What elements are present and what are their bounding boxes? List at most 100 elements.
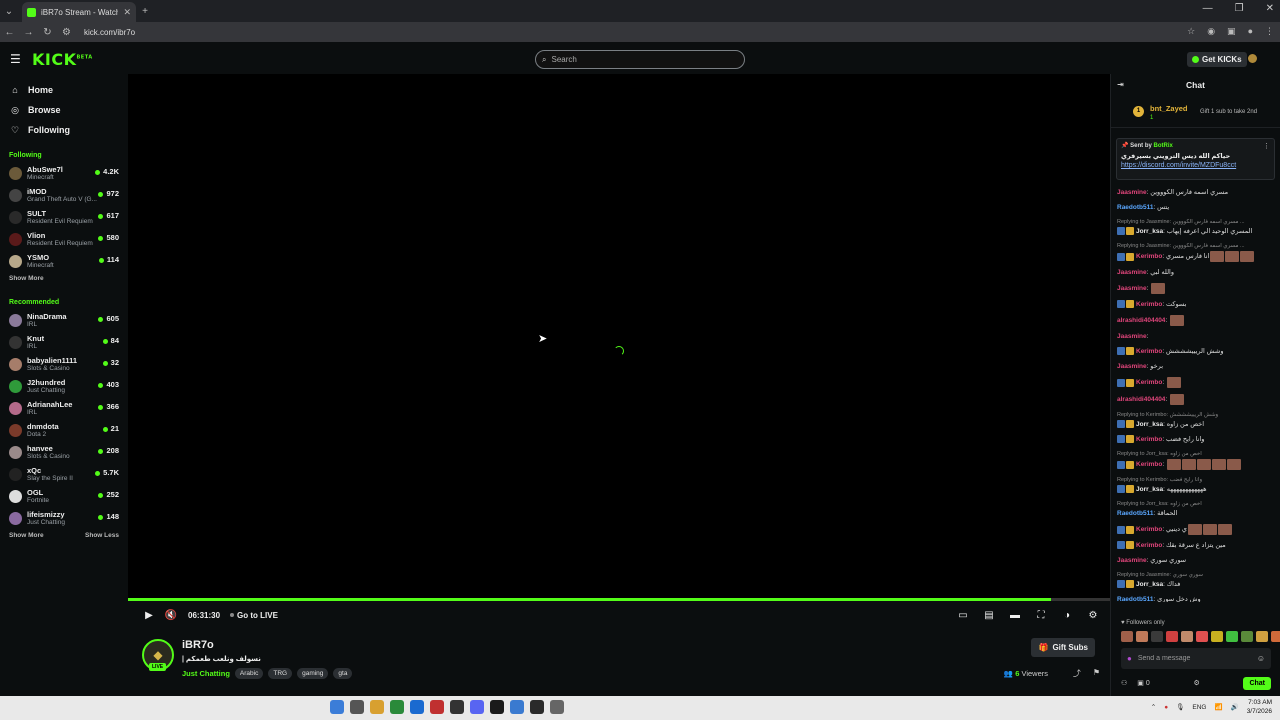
sidebar-channel-imod[interactable]: iMOD Grand Theft Auto V (G... 972 <box>0 186 128 208</box>
sidebar-channel-hanvee[interactable]: hanvee Slots & Casino 208 <box>0 443 128 465</box>
chat-tools-icon[interactable]: ⚇ <box>1121 679 1127 687</box>
taskbar-app-icon[interactable] <box>350 700 364 714</box>
emote-picker-icon[interactable] <box>1241 631 1253 642</box>
emote-picker-icon[interactable] <box>1256 631 1268 642</box>
sidebar-channel-adrianahlee[interactable]: AdrianahLee IRL 366 <box>0 399 128 421</box>
sidebar-channel-j2hundred[interactable]: J2hundred Just Chatting 403 <box>0 377 128 399</box>
collapse-chat-icon[interactable]: ⇥ <box>1117 80 1124 89</box>
gift-subs-button[interactable]: 🎁 Gift Subs <box>1031 638 1095 657</box>
sidebar-channel-dnmdota[interactable]: dnmdota Dota 2 21 <box>0 421 128 443</box>
sidebar-channel-sult[interactable]: SULT Resident Evil Requiem 617 <box>0 208 128 230</box>
chat-username[interactable]: Raedotb511 <box>1117 596 1154 602</box>
gifter-prompt[interactable]: Gift 1 sub to take 2nd <box>1200 109 1257 115</box>
sidebar-channel-babyalien1111[interactable]: babyalien1111 Slots & Casino 32 <box>0 355 128 377</box>
share-icon[interactable]: ⤴ <box>1073 668 1081 679</box>
send-chat-button[interactable]: Chat <box>1243 676 1271 690</box>
chat-username[interactable]: Jorr_ksa <box>1136 486 1163 493</box>
fullscreen-icon[interactable]: ⛶ <box>1030 610 1052 621</box>
taskbar-app-icon[interactable] <box>470 700 484 714</box>
sidebar-channel-ninadrama[interactable]: NinaDrama IRL 605 <box>0 311 128 333</box>
taskbar-app-icon[interactable] <box>450 700 464 714</box>
taskbar-app-icon[interactable] <box>490 700 504 714</box>
chat-username[interactable]: Jaasmine <box>1117 285 1147 292</box>
site-info-icon[interactable]: ⚙ <box>57 27 76 38</box>
report-icon[interactable]: ⚑ <box>1093 668 1100 679</box>
go-to-live-button[interactable]: Go to LIVE <box>230 611 278 620</box>
chat-username[interactable]: Kerimbo <box>1136 436 1162 443</box>
close-window-icon[interactable]: ✕ <box>1266 3 1274 14</box>
sidebar-channel-ysmo[interactable]: YSMO Minecraft 114 <box>0 252 128 274</box>
clip-icon[interactable]: ▤ <box>978 610 1000 621</box>
forward-icon[interactable]: → <box>19 27 38 38</box>
theater-mode-icon[interactable]: ▬ <box>1004 610 1026 621</box>
chat-username[interactable]: Raedotb511 <box>1117 204 1154 211</box>
tag-gta[interactable]: gta <box>333 668 353 679</box>
sidebar-channel-lifeismizzy[interactable]: lifeismizzy Just Chatting 148 <box>0 509 128 531</box>
taskbar-app-icon[interactable] <box>430 700 444 714</box>
pinned-link[interactable]: https://discord.com/invite/MZDFu8cct <box>1121 162 1270 169</box>
chat-username[interactable]: Kerimbo <box>1136 301 1162 308</box>
chat-username[interactable]: Jorr_ksa <box>1136 581 1163 588</box>
back-icon[interactable]: ← <box>0 27 19 38</box>
reply-context[interactable]: Replying to Jaasmine: سوري سوري <box>1117 571 1274 580</box>
taskbar-app-icon[interactable] <box>530 700 544 714</box>
sidebar-channel-knut[interactable]: Knut IRL 84 <box>0 333 128 355</box>
chat-username[interactable]: alrashidi404404 <box>1117 317 1165 324</box>
sidebar-channel-abuswe7l[interactable]: AbuSwe7l Minecraft 4.2K <box>0 164 128 186</box>
language-indicator[interactable]: ENG <box>1192 704 1206 711</box>
emote-picker-icon[interactable] <box>1136 631 1148 642</box>
kick-logo[interactable]: KICKBETA <box>32 50 93 69</box>
taskbar-app-icon[interactable] <box>410 700 424 714</box>
search-input[interactable] <box>551 55 732 64</box>
tag-gaming[interactable]: gaming <box>297 668 329 679</box>
profile-icon[interactable]: ● <box>1248 26 1253 37</box>
user-avatar[interactable] <box>1248 54 1257 63</box>
chat-username[interactable]: Jaasmine <box>1117 333 1147 340</box>
pinned-author[interactable]: BotRix <box>1154 143 1173 149</box>
close-tab-icon[interactable]: ✕ <box>123 7 131 18</box>
gifter-name[interactable]: bnt_Zayed <box>1150 104 1188 113</box>
speed-icon[interactable]: ◑ <box>1056 610 1078 621</box>
chat-username[interactable]: alrashidi404404 <box>1117 396 1165 403</box>
sidebar-channel-ogl[interactable]: OGL Fortnite 252 <box>0 487 128 509</box>
chat-username[interactable]: Kerimbo <box>1136 526 1162 533</box>
chat-identity-icon[interactable]: ● <box>1127 654 1132 663</box>
reload-icon[interactable]: ↻ <box>38 27 57 38</box>
tag-trg[interactable]: TRG <box>268 668 293 679</box>
browser-tab[interactable]: iBR7o Stream - Watch Live on K... ✕ <box>22 2 136 22</box>
menu-hamburger-icon[interactable]: ☰ <box>10 52 24 66</box>
emote-picker-icon[interactable] <box>1271 631 1280 642</box>
taskbar-app-icon[interactable] <box>330 700 344 714</box>
tag-arabic[interactable]: Arabic <box>234 668 264 679</box>
reply-context[interactable]: Replying to Jorr_ksa: اخص من زاوه <box>1117 450 1274 459</box>
chat-username[interactable]: Jaasmine <box>1117 557 1147 564</box>
show-more-recommended-button[interactable]: Show More <box>0 532 44 544</box>
taskbar-app-icon[interactable] <box>390 700 404 714</box>
maximize-icon[interactable]: ❐ <box>1235 3 1244 14</box>
emoji-icon[interactable]: ☺ <box>1257 654 1265 663</box>
chat-settings-icon[interactable]: ⚙ <box>1193 679 1199 687</box>
volume-icon[interactable]: 🔊 <box>1231 703 1239 711</box>
emote-picker-icon[interactable] <box>1151 631 1163 642</box>
tray-mic-icon[interactable]: 🎙 <box>1176 703 1184 711</box>
chat-username[interactable]: Jaasmine <box>1117 363 1147 370</box>
pinned-menu-icon[interactable]: ⋮ <box>1263 142 1270 150</box>
extension-icon[interactable]: ◉ <box>1207 26 1215 37</box>
taskbar-app-icon[interactable] <box>550 700 564 714</box>
chat-username[interactable]: Kerimbo <box>1136 461 1162 468</box>
chat-username[interactable]: Jaasmine <box>1117 189 1147 196</box>
taskbar-app-icon[interactable] <box>510 700 524 714</box>
search-bar[interactable]: ⌕ <box>535 50 745 69</box>
video-player[interactable]: ➤ <box>128 74 1110 598</box>
play-icon[interactable]: ▶ <box>138 610 160 621</box>
show-more-following-button[interactable]: Show More <box>0 275 128 287</box>
tray-chevron-icon[interactable]: ⌃ <box>1151 703 1156 711</box>
chat-username[interactable]: Kerimbo <box>1136 379 1162 386</box>
taskbar-app-icon[interactable] <box>370 700 384 714</box>
reply-context[interactable]: Replying to Kerimbo: وشش الريييشششش <box>1117 411 1274 420</box>
chat-message-input[interactable] <box>1137 655 1238 662</box>
reply-context[interactable]: Replying to Jorr_ksa: اخص من زاوه <box>1117 500 1274 509</box>
bookmark-star-icon[interactable]: ☆ <box>1187 26 1195 37</box>
clock[interactable]: 7:03 AM 3/7/2026 <box>1247 698 1272 716</box>
chat-username[interactable]: Kerimbo <box>1136 542 1162 549</box>
